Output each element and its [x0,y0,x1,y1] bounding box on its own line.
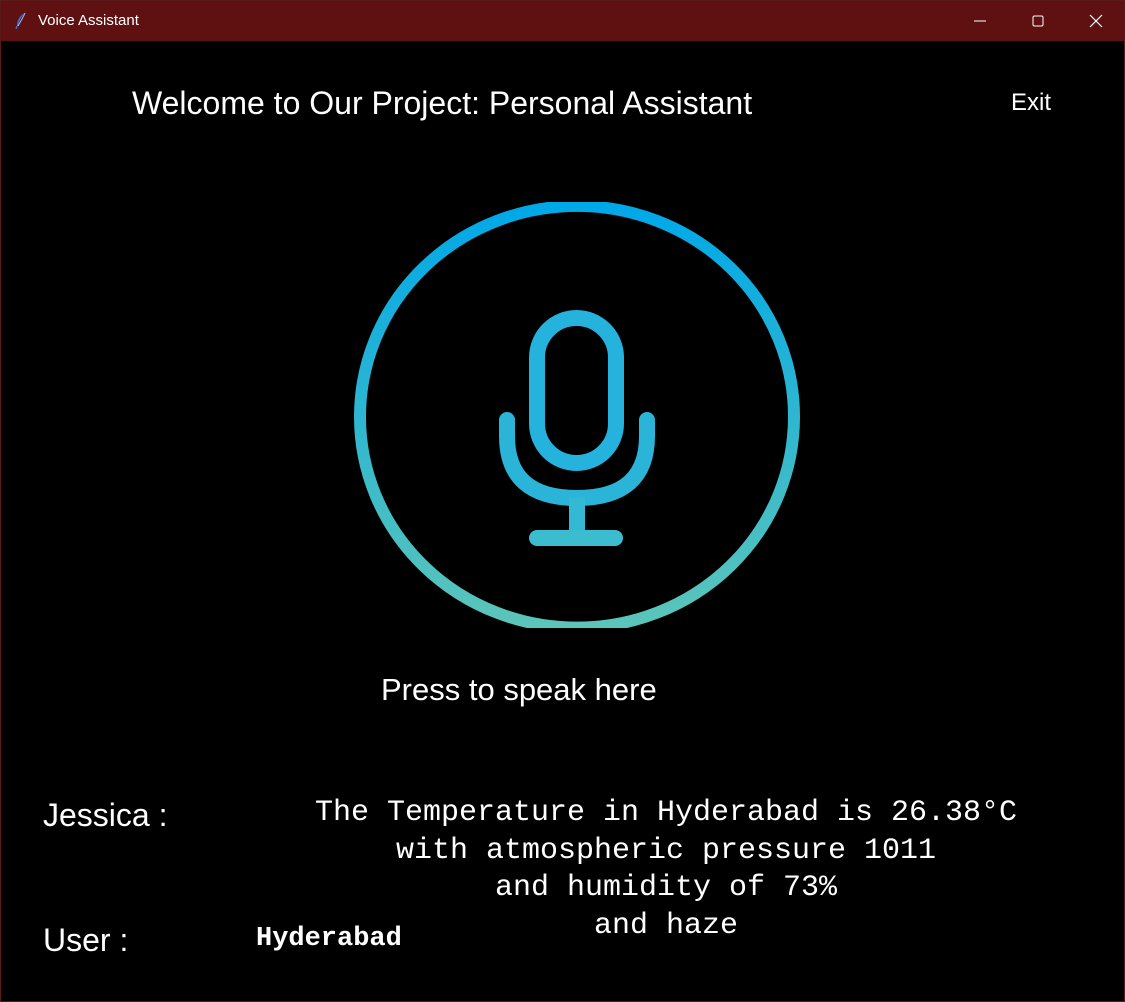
voice-assistant-window: Voice Assistant Welcome to Our Project: … [0,0,1125,1002]
speak-button[interactable] [351,200,803,634]
assistant-label: Jessica : [43,797,168,833]
response-line: The Temperature in Hyderabad is 26.38°C [314,796,1018,830]
response-line: with atmospheric pressure 1011 [395,833,937,868]
title-bar[interactable]: Voice Assistant [1,1,1124,41]
response-line: and humidity of 73% [494,871,838,905]
mic-ring [354,200,800,634]
user-label: User : [43,922,129,958]
mic-capsule [529,310,624,471]
close-button[interactable] [1067,1,1125,41]
window-title: Voice Assistant [38,12,139,29]
maximize-button[interactable] [1009,1,1067,41]
user-input-text: Hyderabad [256,924,402,954]
minimize-icon [974,20,986,22]
maximize-icon [1032,15,1044,27]
exit-button[interactable]: Exit [1011,88,1051,118]
welcome-heading: Welcome to Our Project: Personal Assista… [132,85,753,121]
minimize-button[interactable] [951,1,1009,41]
main-content: Welcome to Our Project: Personal Assista… [1,41,1124,1001]
feather-icon [13,12,29,30]
press-to-speak-label: Press to speak here [381,672,657,707]
close-icon [1089,14,1103,28]
microphone-icon [354,200,800,634]
